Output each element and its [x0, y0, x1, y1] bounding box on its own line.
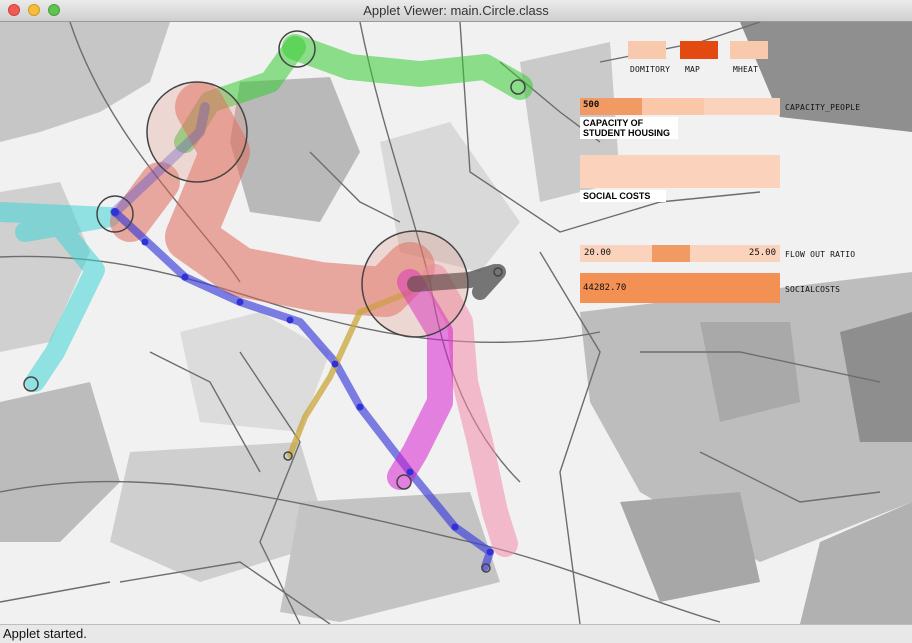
toggle-map[interactable] [680, 41, 718, 59]
capacity-caption-line1: CAPACITY OF [583, 118, 644, 128]
flow-out-ratio-slider[interactable]: 20.00 25.00 [580, 245, 780, 262]
hub-circle-center[interactable] [361, 230, 469, 338]
social-costs-caption: SOCIAL COSTS [580, 190, 666, 202]
window-title: Applet Viewer: main.Circle.class [363, 3, 549, 18]
socialcosts-label: SOCIALCOSTS [785, 285, 841, 294]
hub-circle-large[interactable] [146, 81, 248, 183]
applet-canvas[interactable]: DOMITORY MAP MHEAT 500 CAPACITY_PEOPLE C… [0, 22, 912, 624]
capacity-caption: CAPACITY OF STUDENT HOUSING [580, 117, 678, 139]
capacity-slider-knob[interactable] [642, 98, 704, 115]
socialcosts-display: 44282.70 [580, 273, 780, 303]
flow-min: 20.00 [584, 248, 612, 258]
socialcosts-value: 44282.70 [583, 283, 627, 293]
title-bar: Applet Viewer: main.Circle.class [0, 0, 912, 22]
flow-out-ratio-label: FLOW OUT RATIO [785, 250, 856, 259]
toggle-domitory-label: DOMITORY [630, 65, 671, 74]
status-bar: Applet started. [0, 624, 912, 643]
capacity-label: CAPACITY_PEOPLE [785, 103, 861, 112]
capacity-caption-line2: STUDENT HOUSING [583, 128, 671, 138]
capacity-value: 500 [583, 100, 600, 110]
toggle-domitory[interactable] [628, 41, 666, 59]
toggle-map-label: MAP [685, 65, 701, 74]
status-text: Applet started. [3, 626, 87, 641]
social-costs-panel[interactable] [580, 155, 780, 188]
toggle-mheat-label: MHEAT [733, 65, 759, 74]
capacity-slider[interactable]: 500 [580, 98, 780, 115]
flow-max: 25.00 [748, 248, 776, 258]
toggle-mheat[interactable] [730, 41, 768, 59]
flow-out-ratio-range[interactable] [652, 245, 690, 262]
